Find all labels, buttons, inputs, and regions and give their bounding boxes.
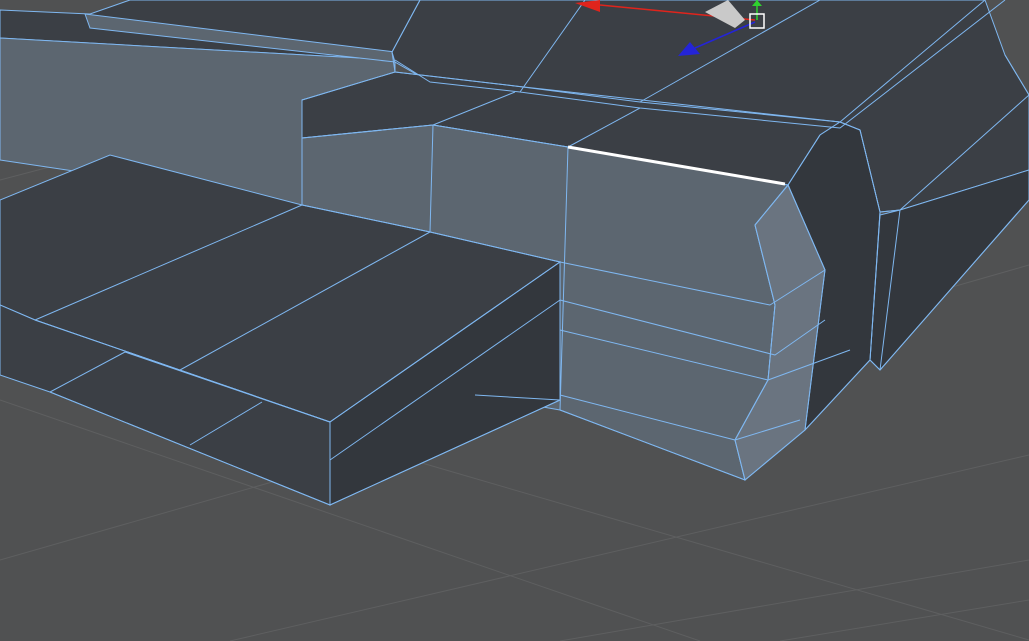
grid-line: [779, 599, 1029, 641]
viewport-canvas[interactable]: [0, 0, 1029, 641]
3d-viewport[interactable]: [0, 0, 1029, 641]
